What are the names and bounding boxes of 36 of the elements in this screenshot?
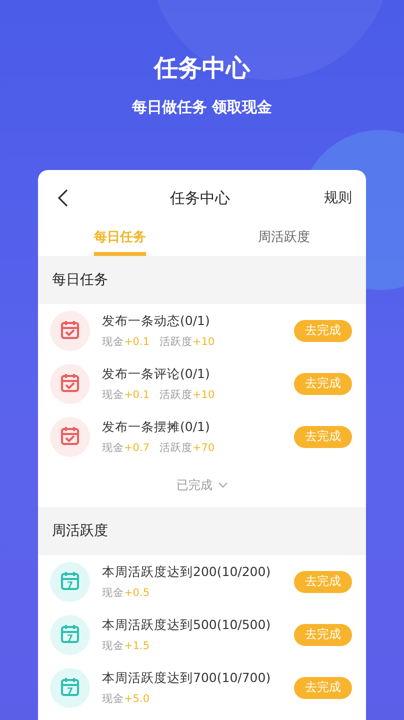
reward-text: 现金+0.1 [102,388,150,402]
reward-text: 现金+1.5 [102,638,150,652]
reward-text: 活跃度+10 [160,388,215,402]
complete-button[interactable]: 去完成 [294,624,352,646]
complete-button[interactable]: 去完成 [294,320,352,342]
complete-button[interactable]: 去完成 [294,676,352,698]
calendar-check-icon [50,310,90,350]
calendar-icon: 7 [50,614,90,654]
task-name: 本周活跃度达到500(10/500) [102,616,272,634]
calendar-check-icon [50,416,90,456]
rules-link[interactable]: 规则 [324,189,352,207]
reward-text: 活跃度+70 [160,440,215,454]
chevron-down-icon [218,482,228,488]
page-subtitle: 每日做任务 领取现金 [132,98,272,117]
complete-button[interactable]: 去完成 [294,372,352,394]
calendar-icon: 7 [50,668,90,708]
card-title: 任务中心 [169,188,231,208]
task-name: 发布一条评论(0/1) [102,366,211,382]
tab[interactable]: 周活跃度 [258,226,310,256]
reward-text: 现金+5.0 [102,692,150,706]
complete-button[interactable]: 去完成 [294,426,352,448]
reward-text: 活跃度+10 [160,334,215,348]
section-header: 周活跃度 [38,507,366,555]
task-name: 本周活跃度达到200(10/200) [102,564,272,580]
completed-toggle[interactable]: 已完成 [170,476,234,494]
page-title: 任务中心 [154,53,250,84]
reward-text: 现金+0.1 [102,334,150,348]
calendar-check-icon [50,364,90,404]
complete-button[interactable]: 去完成 [294,570,352,592]
task-name: 发布一条摆摊(0/1) [102,418,211,436]
task-name: 发布一条动态(0/1) [102,312,211,330]
reward-text: 现金+0.5 [102,586,150,600]
section-header: 每日任务 [38,256,366,304]
task-name: 本周活跃度达到700(10/700) [102,670,272,686]
calendar-icon: 7 [50,562,90,602]
reward-text: 现金+0.7 [102,440,150,454]
